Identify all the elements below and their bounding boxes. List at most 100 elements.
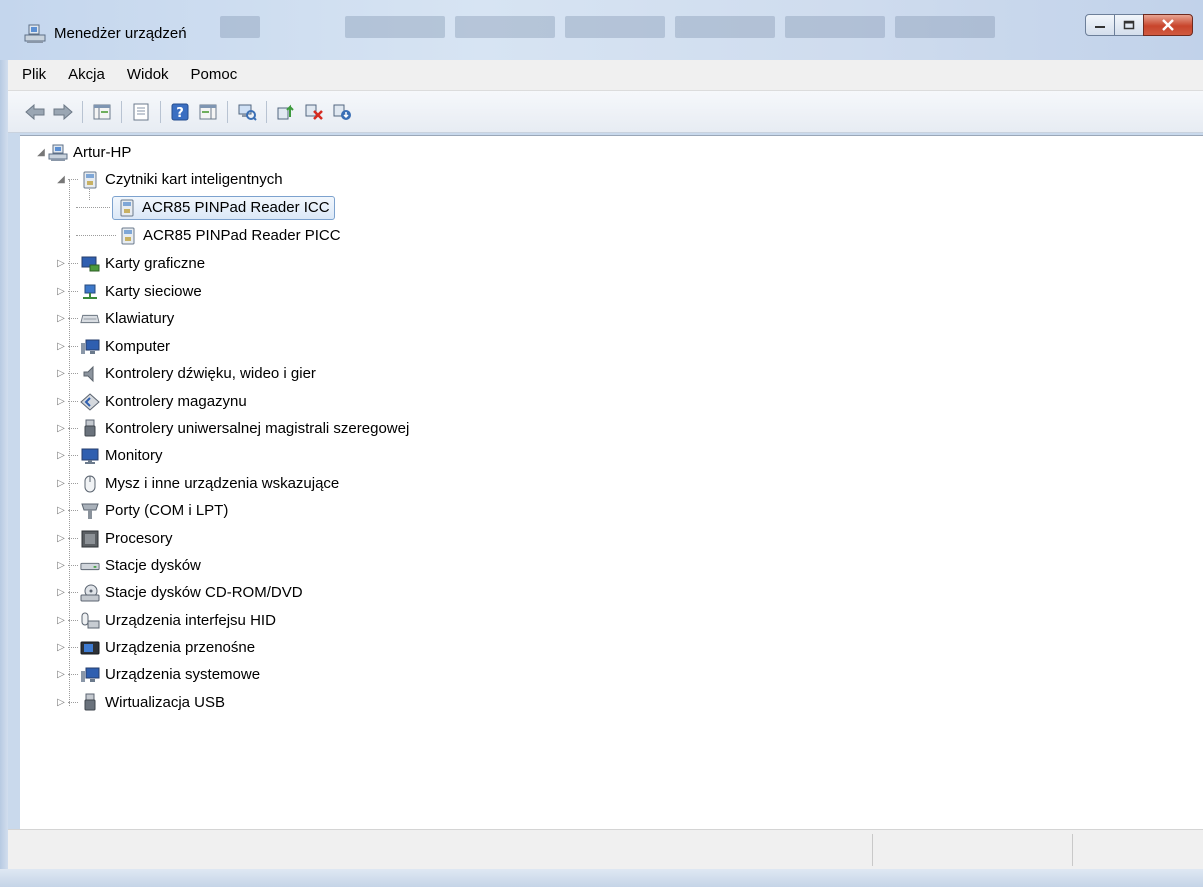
help-button[interactable]: ? — [169, 101, 191, 123]
forward-button[interactable] — [52, 101, 74, 123]
category-label: Urządzenia interfejsu HID — [105, 612, 276, 629]
category-mice[interactable]: ▷ Mysz i inne urządzenia wskazujące — [54, 471, 339, 497]
menu-bar: Plik Akcja Widok Pomoc — [8, 60, 1203, 91]
background-ghost — [220, 16, 260, 38]
monitor-icon — [80, 447, 100, 465]
category-system-devices[interactable]: ▷ Urządzenia systemowe — [54, 662, 260, 688]
category-storage-controllers[interactable]: ▷ Kontrolery magazynu — [54, 389, 247, 415]
title-bar[interactable]: Menedżer urządzeń — [0, 0, 1203, 60]
device-label: ACR85 PINPad Reader PICC — [143, 227, 341, 244]
tree-dots — [68, 565, 78, 567]
console-tree-icon — [199, 104, 217, 119]
system-device-icon — [80, 666, 100, 684]
category-disk-drives[interactable]: ▷ Stacje dysków — [54, 553, 201, 579]
category-label: Mysz i inne urządzenia wskazujące — [105, 475, 340, 492]
category-network-adapters[interactable]: ▷ Karty sieciowe — [54, 279, 202, 305]
device-tree[interactable]: ◢ Artur-HP ◢ Czytniki kart inteligentnyc… — [20, 135, 1203, 829]
smartcard-reader-icon — [118, 227, 138, 245]
mouse-icon — [80, 475, 100, 493]
usb-plug-icon — [80, 693, 100, 712]
collapsed-arrow-icon[interactable]: ▷ — [54, 553, 68, 579]
status-divider — [1072, 834, 1073, 866]
category-processors[interactable]: ▷ Procesory — [54, 526, 173, 552]
portable-device-icon — [80, 639, 100, 657]
properties-button[interactable] — [130, 101, 152, 123]
menu-pomoc[interactable]: Pomoc — [183, 62, 246, 88]
selected-item[interactable]: ACR85 PINPad Reader ICC — [112, 196, 335, 220]
help-icon: ? — [171, 103, 189, 121]
device-label: ACR85 PINPad Reader ICC — [142, 199, 330, 216]
device-acr85-picc[interactable]: ACR85 PINPad Reader PICC — [76, 223, 341, 249]
category-computer[interactable]: ▷ Komputer — [54, 334, 170, 360]
category-monitors[interactable]: ▷ Monitory — [54, 443, 163, 469]
collapsed-arrow-icon[interactable]: ▷ — [54, 416, 68, 442]
tree-root[interactable]: ◢ Artur-HP — [34, 140, 131, 166]
show-hide-tree-button[interactable] — [91, 101, 113, 123]
category-portable-devices[interactable]: ▷ Urządzenia przenośne — [54, 635, 255, 661]
collapsed-arrow-icon[interactable]: ▷ — [54, 580, 68, 606]
collapsed-arrow-icon[interactable]: ▷ — [54, 334, 68, 360]
collapsed-arrow-icon[interactable]: ▷ — [54, 251, 68, 277]
collapsed-arrow-icon[interactable]: ▷ — [54, 443, 68, 469]
menu-plik[interactable]: Plik — [14, 62, 54, 88]
category-ports[interactable]: ▷ Porty (COM i LPT) — [54, 498, 228, 524]
category-label: Wirtualizacja USB — [105, 694, 226, 711]
keyboard-icon — [80, 310, 100, 328]
storage-controller-icon — [80, 393, 100, 411]
category-usb-controllers[interactable]: ▷ Kontrolery uniwersalnej magistrali sze… — [54, 416, 409, 442]
tree-dots — [68, 428, 78, 430]
action-pane-button[interactable] — [197, 101, 219, 123]
back-button[interactable] — [24, 101, 46, 123]
device-manager-window: Menedżer urządzeń Plik Akcja Widok Pomoc — [0, 0, 1203, 887]
category-label: Kontrolery uniwersalnej magistrali szere… — [105, 420, 410, 437]
tree-dots — [76, 207, 110, 209]
expanded-arrow-icon[interactable]: ◢ — [34, 140, 48, 166]
category-hid-devices[interactable]: ▷ Urządzenia interfejsu HID — [54, 608, 276, 634]
menu-akcja[interactable]: Akcja — [60, 62, 113, 88]
collapsed-arrow-icon[interactable]: ▷ — [54, 389, 68, 415]
minimize-button[interactable] — [1085, 14, 1115, 36]
collapsed-arrow-icon[interactable]: ▷ — [54, 306, 68, 332]
collapsed-arrow-icon[interactable]: ▷ — [54, 471, 68, 497]
disk-drive-icon — [80, 557, 100, 575]
collapsed-arrow-icon[interactable]: ▷ — [54, 690, 68, 716]
category-usb-virtualization[interactable]: ▷ Wirtualizacja USB — [54, 690, 225, 716]
display-adapter-icon — [80, 255, 100, 273]
window-frame-bottom — [0, 869, 1203, 887]
collapsed-arrow-icon[interactable]: ▷ — [54, 608, 68, 634]
background-ghost — [895, 16, 995, 38]
category-graphics-cards[interactable]: ▷ Karty graficzne — [54, 251, 205, 277]
collapsed-arrow-icon[interactable]: ▷ — [54, 279, 68, 305]
category-keyboards[interactable]: ▷ Klawiatury — [54, 306, 174, 332]
category-sound-controllers[interactable]: ▷ Kontrolery dźwięku, wideo i gier — [54, 361, 316, 387]
tree-dots — [68, 483, 78, 485]
update-driver-button[interactable] — [275, 101, 297, 123]
smartcard-reader-icon — [80, 171, 100, 189]
collapsed-arrow-icon[interactable]: ▷ — [54, 361, 68, 387]
toolbar: ? — [8, 91, 1203, 133]
collapsed-arrow-icon[interactable]: ▷ — [54, 662, 68, 688]
port-connector-icon — [80, 502, 100, 520]
collapsed-arrow-icon[interactable]: ▷ — [54, 498, 68, 524]
back-arrow-icon — [25, 103, 45, 120]
uninstall-device-button[interactable] — [331, 101, 353, 123]
hid-device-icon — [80, 612, 100, 630]
background-ghost — [565, 16, 665, 38]
device-acr85-icc[interactable]: ACR85 PINPad Reader ICC — [76, 195, 335, 221]
scan-hardware-button[interactable] — [236, 101, 258, 123]
maximize-button[interactable] — [1114, 14, 1144, 36]
category-cdrom-drives[interactable]: ▷ Stacje dysków CD-ROM/DVD — [54, 580, 303, 606]
maximize-icon — [1123, 20, 1135, 30]
document-icon — [133, 103, 149, 120]
usb-plug-icon — [80, 419, 100, 438]
category-smartcard-readers[interactable]: ◢ Czytniki kart inteligentnych — [54, 167, 283, 193]
close-button[interactable] — [1143, 14, 1193, 36]
disable-device-button[interactable] — [303, 101, 325, 123]
collapsed-arrow-icon[interactable]: ▷ — [54, 526, 68, 552]
collapsed-arrow-icon[interactable]: ▷ — [54, 635, 68, 661]
expanded-arrow-icon[interactable]: ◢ — [54, 167, 68, 193]
tree-dots — [68, 674, 78, 676]
menu-widok[interactable]: Widok — [119, 62, 177, 88]
tree-dots — [68, 291, 78, 293]
properties-grid-icon — [93, 104, 111, 119]
